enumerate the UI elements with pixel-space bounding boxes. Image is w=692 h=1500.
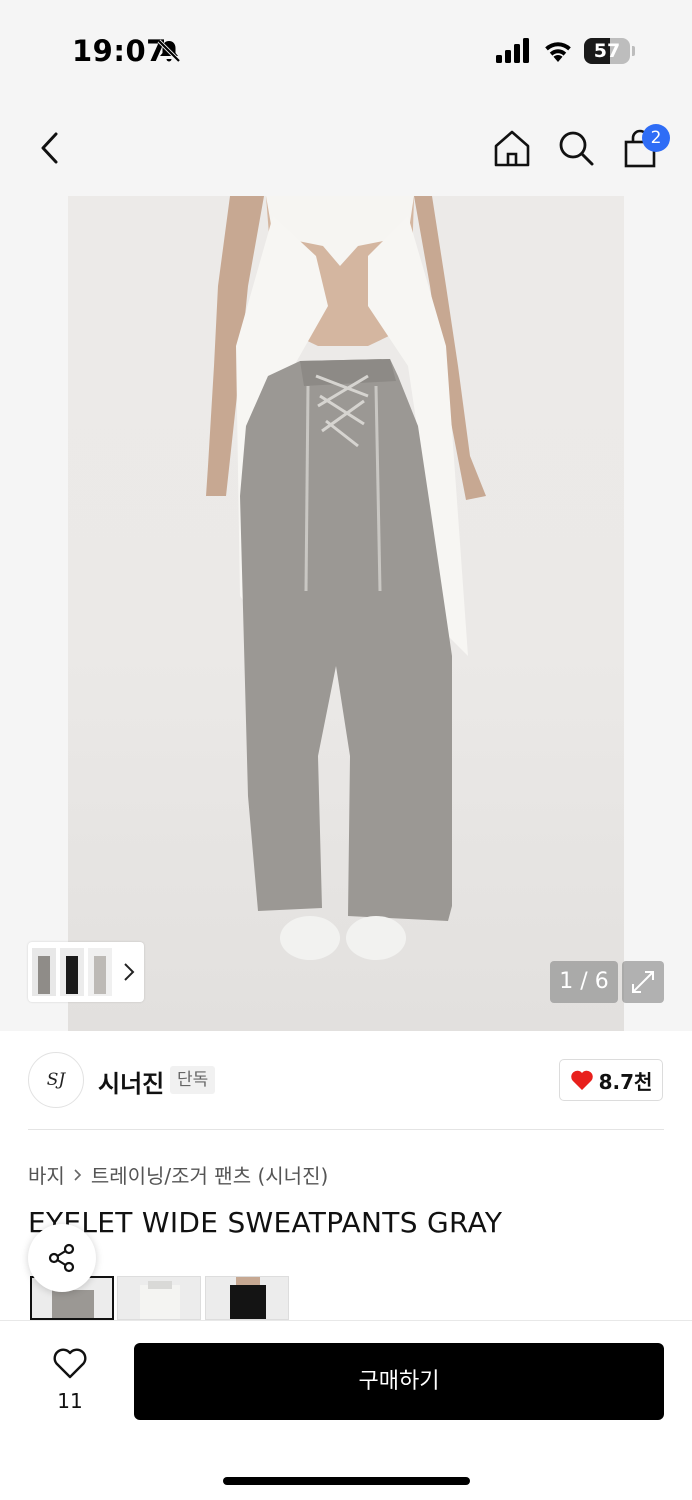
thumbnail-previews (32, 948, 112, 996)
bottom-action-bar: 11 구매하기 (0, 1320, 692, 1500)
search-icon (559, 131, 594, 166)
breadcrumb-subcategory[interactable]: 트레이닝/조거 팬츠 (시너진) (91, 1160, 328, 1189)
cart-count-badge: 2 (642, 124, 670, 152)
product-gallery[interactable]: 1 / 6 (0, 196, 692, 1031)
share-button[interactable] (28, 1224, 96, 1292)
product-title: EYELET WIDE SWEATPANTS GRAY (28, 1206, 503, 1239)
expand-button[interactable] (622, 961, 664, 1003)
exclusive-badge: 단독 (170, 1066, 216, 1094)
status-time: 19:07 (72, 34, 167, 68)
color-swatch-black[interactable] (205, 1276, 289, 1320)
brand-logo[interactable]: SJ (28, 1052, 84, 1108)
divider (28, 1129, 664, 1130)
brand-name[interactable]: 시너진 (98, 1064, 164, 1099)
signal-icon (496, 38, 529, 63)
home-button[interactable] (490, 126, 534, 170)
battery-icon: 57 (584, 38, 636, 64)
bell-off-icon (157, 39, 181, 63)
wishlist-count: 11 (57, 1389, 83, 1413)
status-bar: 19:07 57 (0, 0, 692, 100)
share-icon (48, 1243, 75, 1273)
back-icon (41, 132, 58, 164)
cart-button[interactable]: 2 (618, 124, 670, 170)
heart-outline-icon (53, 1348, 87, 1379)
product-image[interactable] (68, 196, 624, 1031)
wishlist-button[interactable]: 11 (40, 1345, 100, 1415)
image-counter: 1 / 6 (550, 961, 618, 1003)
model-wearing-pants-illustration (206, 196, 486, 960)
color-swatch-white[interactable] (117, 1276, 201, 1320)
search-button[interactable] (554, 126, 598, 170)
back-button[interactable] (28, 126, 72, 170)
expand-icon (632, 971, 654, 993)
chevron-right-icon (124, 963, 135, 981)
chevron-right-icon (74, 1168, 81, 1181)
heart-filled-icon (570, 1070, 593, 1090)
home-indicator (223, 1477, 470, 1485)
breadcrumb-category[interactable]: 바지 (28, 1160, 65, 1189)
battery-level: 57 (593, 40, 621, 62)
top-nav: 2 (0, 100, 692, 196)
home-icon (494, 130, 530, 167)
breadcrumb: 바지 트레이닝/조거 팬츠 (시너진) (28, 1160, 328, 1189)
brand-likes-count: 8.7천 (598, 1069, 653, 1094)
brand-like-button[interactable]: 8.7천 (559, 1059, 663, 1101)
thumbnail-strip[interactable] (28, 942, 144, 1002)
wifi-icon (545, 42, 571, 62)
buy-button[interactable]: 구매하기 (134, 1343, 664, 1420)
